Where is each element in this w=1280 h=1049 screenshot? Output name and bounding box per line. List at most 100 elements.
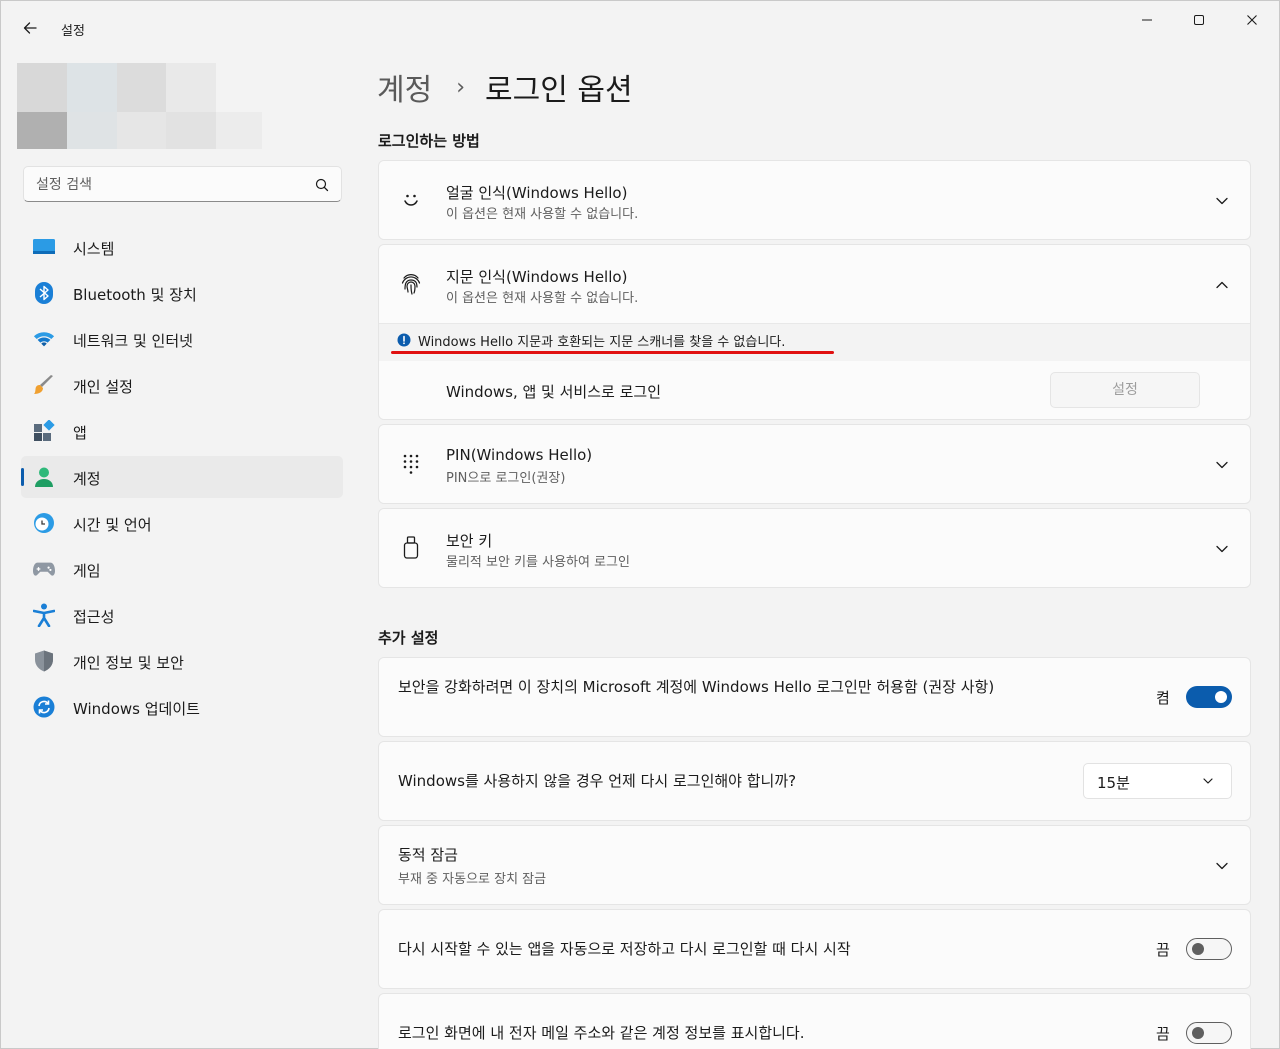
section-heading-additional: 추가 설정	[378, 629, 439, 647]
title-bar: 설정	[1, 1, 1279, 49]
chevron-up-icon[interactable]	[1214, 277, 1230, 293]
gamepad-icon	[33, 558, 55, 580]
close-button[interactable]	[1229, 1, 1275, 39]
time-language-icon	[33, 512, 55, 534]
restart-apps-text: 다시 시작할 수 있는 앱을 자동으로 저장하고 다시 로그인할 때 다시 시작	[398, 940, 851, 958]
show-account-state-label: 끔	[1156, 1025, 1170, 1043]
face-recognition-card[interactable]: 얼굴 인식(Windows Hello) 이 옵션은 현재 사용할 수 없습니다…	[378, 160, 1251, 240]
sidebar-item-label: 계정	[73, 470, 101, 488]
restart-apps-state-label: 끔	[1156, 941, 1170, 959]
user-profile-blurred	[17, 63, 262, 149]
require-signin-setting-row: Windows를 사용하지 않을 경우 언제 다시 로그인해야 합니까? 15분	[378, 741, 1251, 821]
sidebar-item-label: 게임	[73, 562, 101, 580]
back-button[interactable]	[15, 13, 45, 43]
show-account-text: 로그인 화면에 내 전자 메일 주소와 같은 계정 정보를 표시합니다.	[398, 1024, 805, 1042]
hello-only-state-label: 켬	[1156, 689, 1170, 707]
sidebar-item-label: 접근성	[73, 608, 115, 626]
dynamic-lock-subtitle: 부재 중 자동으로 장치 잠금	[398, 872, 547, 887]
accessibility-icon	[33, 603, 55, 627]
sidebar-item-accounts[interactable]: 계정	[21, 456, 343, 498]
sidebar-item-gaming[interactable]: 게임	[21, 548, 343, 590]
account-icon	[33, 466, 55, 488]
sidebar-item-label: Windows 업데이트	[73, 700, 200, 718]
sidebar-item-label: 시스템	[73, 240, 115, 258]
info-icon	[397, 333, 411, 347]
dynamic-lock-card[interactable]: 동적 잠금 부재 중 자동으로 장치 잠금	[378, 825, 1251, 905]
search-icon[interactable]	[314, 177, 330, 193]
pin-subtitle: PIN으로 로그인(권장)	[446, 471, 566, 486]
sidebar-item-label: 개인 정보 및 보안	[73, 654, 184, 672]
app-title: 설정	[61, 24, 85, 39]
security-key-title: 보안 키	[446, 532, 493, 550]
maximize-button[interactable]	[1176, 1, 1222, 39]
security-key-subtitle: 물리적 보안 키를 사용하여 로그인	[446, 555, 630, 570]
chevron-down-icon[interactable]	[1214, 858, 1230, 874]
sidebar-item-network[interactable]: 네트워크 및 인터넷	[21, 318, 343, 360]
minimize-button[interactable]	[1124, 1, 1170, 39]
fingerprint-subtitle: 이 옵션은 현재 사용할 수 없습니다.	[446, 291, 639, 306]
sidebar-item-windows-update[interactable]: Windows 업데이트	[21, 686, 343, 728]
fingerprint-card[interactable]: 지문 인식(Windows Hello) 이 옵션은 현재 사용할 수 없습니다…	[378, 244, 1251, 420]
maximize-icon	[1194, 15, 1204, 25]
chevron-down-icon[interactable]	[1214, 541, 1230, 557]
breadcrumb: 계정 › 로그인 옵션	[377, 65, 633, 109]
back-arrow-icon	[23, 22, 37, 34]
page-title: 로그인 옵션	[485, 73, 633, 108]
chevron-down-icon	[1203, 778, 1213, 784]
sidebar-item-privacy-security[interactable]: 개인 정보 및 보안	[21, 640, 343, 682]
search-input[interactable]	[36, 175, 306, 195]
sidebar-item-apps[interactable]: 앱	[21, 410, 343, 452]
restart-apps-toggle[interactable]	[1186, 938, 1232, 960]
update-icon	[33, 696, 55, 718]
brush-icon	[33, 374, 55, 396]
hello-only-toggle[interactable]	[1186, 686, 1232, 708]
settings-window: 설정 시스템	[0, 0, 1280, 1049]
require-signin-value: 15분	[1097, 774, 1130, 792]
hello-only-setting-row: 보안을 강화하려면 이 장치의 Microsoft 계정에 Windows He…	[378, 657, 1251, 737]
restart-apps-setting-row: 다시 시작할 수 있는 앱을 자동으로 저장하고 다시 로그인할 때 다시 시작…	[378, 909, 1251, 989]
breadcrumb-parent-link[interactable]: 계정	[377, 65, 432, 109]
sidebar-item-label: 개인 설정	[73, 378, 133, 396]
sidebar-item-label: Bluetooth 및 장치	[73, 286, 197, 304]
sidebar-item-label: 시간 및 언어	[73, 516, 152, 534]
sidebar-item-personalization[interactable]: 개인 설정	[21, 364, 343, 406]
face-recognition-subtitle: 이 옵션은 현재 사용할 수 없습니다.	[446, 207, 639, 222]
show-account-toggle[interactable]	[1186, 1022, 1232, 1044]
wifi-icon	[33, 328, 55, 350]
fingerprint-info-banner: Windows Hello 지문과 호환되는 지문 스캐너를 찾을 수 없습니다…	[379, 323, 1250, 361]
shield-icon	[33, 650, 55, 672]
face-icon	[399, 188, 423, 212]
sidebar-item-time-language[interactable]: 시간 및 언어	[21, 502, 343, 544]
usb-key-icon	[399, 536, 423, 560]
sidebar-item-bluetooth[interactable]: Bluetooth 및 장치	[21, 272, 343, 314]
toggle-knob	[1192, 943, 1204, 955]
face-recognition-title: 얼굴 인식(Windows Hello)	[446, 184, 628, 202]
fingerprint-info-text: Windows Hello 지문과 호환되는 지문 스캐너를 찾을 수 없습니다…	[418, 335, 786, 350]
annotation-underline	[391, 351, 834, 354]
scrollbar-track[interactable]	[1271, 49, 1279, 1049]
keypad-icon	[399, 452, 423, 476]
sidebar-item-label: 네트워크 및 인터넷	[73, 332, 193, 350]
sidebar-nav: 시스템 Bluetooth 및 장치 네트워크 및 인터넷 개인 설정 앱 계정…	[21, 226, 343, 732]
sidebar-item-accessibility[interactable]: 접근성	[21, 594, 343, 636]
sidebar-item-system[interactable]: 시스템	[21, 226, 343, 268]
require-signin-dropdown[interactable]: 15분	[1083, 763, 1232, 799]
require-signin-text: Windows를 사용하지 않을 경우 언제 다시 로그인해야 합니까?	[398, 772, 797, 790]
security-key-card[interactable]: 보안 키 물리적 보안 키를 사용하여 로그인	[378, 508, 1251, 588]
bluetooth-icon	[33, 282, 55, 304]
close-icon	[1247, 15, 1257, 25]
breadcrumb-separator: ›	[456, 74, 466, 100]
fingerprint-signin-label: Windows, 앱 및 서비스로 로그인	[446, 383, 661, 401]
pin-card[interactable]: PIN(Windows Hello) PIN으로 로그인(권장)	[378, 424, 1251, 504]
toggle-knob	[1215, 691, 1227, 703]
dynamic-lock-title: 동적 잠금	[398, 846, 458, 864]
chevron-down-icon[interactable]	[1214, 457, 1230, 473]
pin-title: PIN(Windows Hello)	[446, 446, 593, 464]
apps-icon	[33, 420, 55, 442]
chevron-down-icon[interactable]	[1214, 193, 1230, 209]
fingerprint-setup-button[interactable]: 설정	[1050, 372, 1200, 408]
minimize-icon	[1142, 19, 1152, 21]
fingerprint-icon	[399, 272, 423, 296]
show-account-setting-row: 로그인 화면에 내 전자 메일 주소와 같은 계정 정보를 표시합니다. 끔	[378, 993, 1251, 1049]
settings-search-box	[23, 166, 342, 202]
